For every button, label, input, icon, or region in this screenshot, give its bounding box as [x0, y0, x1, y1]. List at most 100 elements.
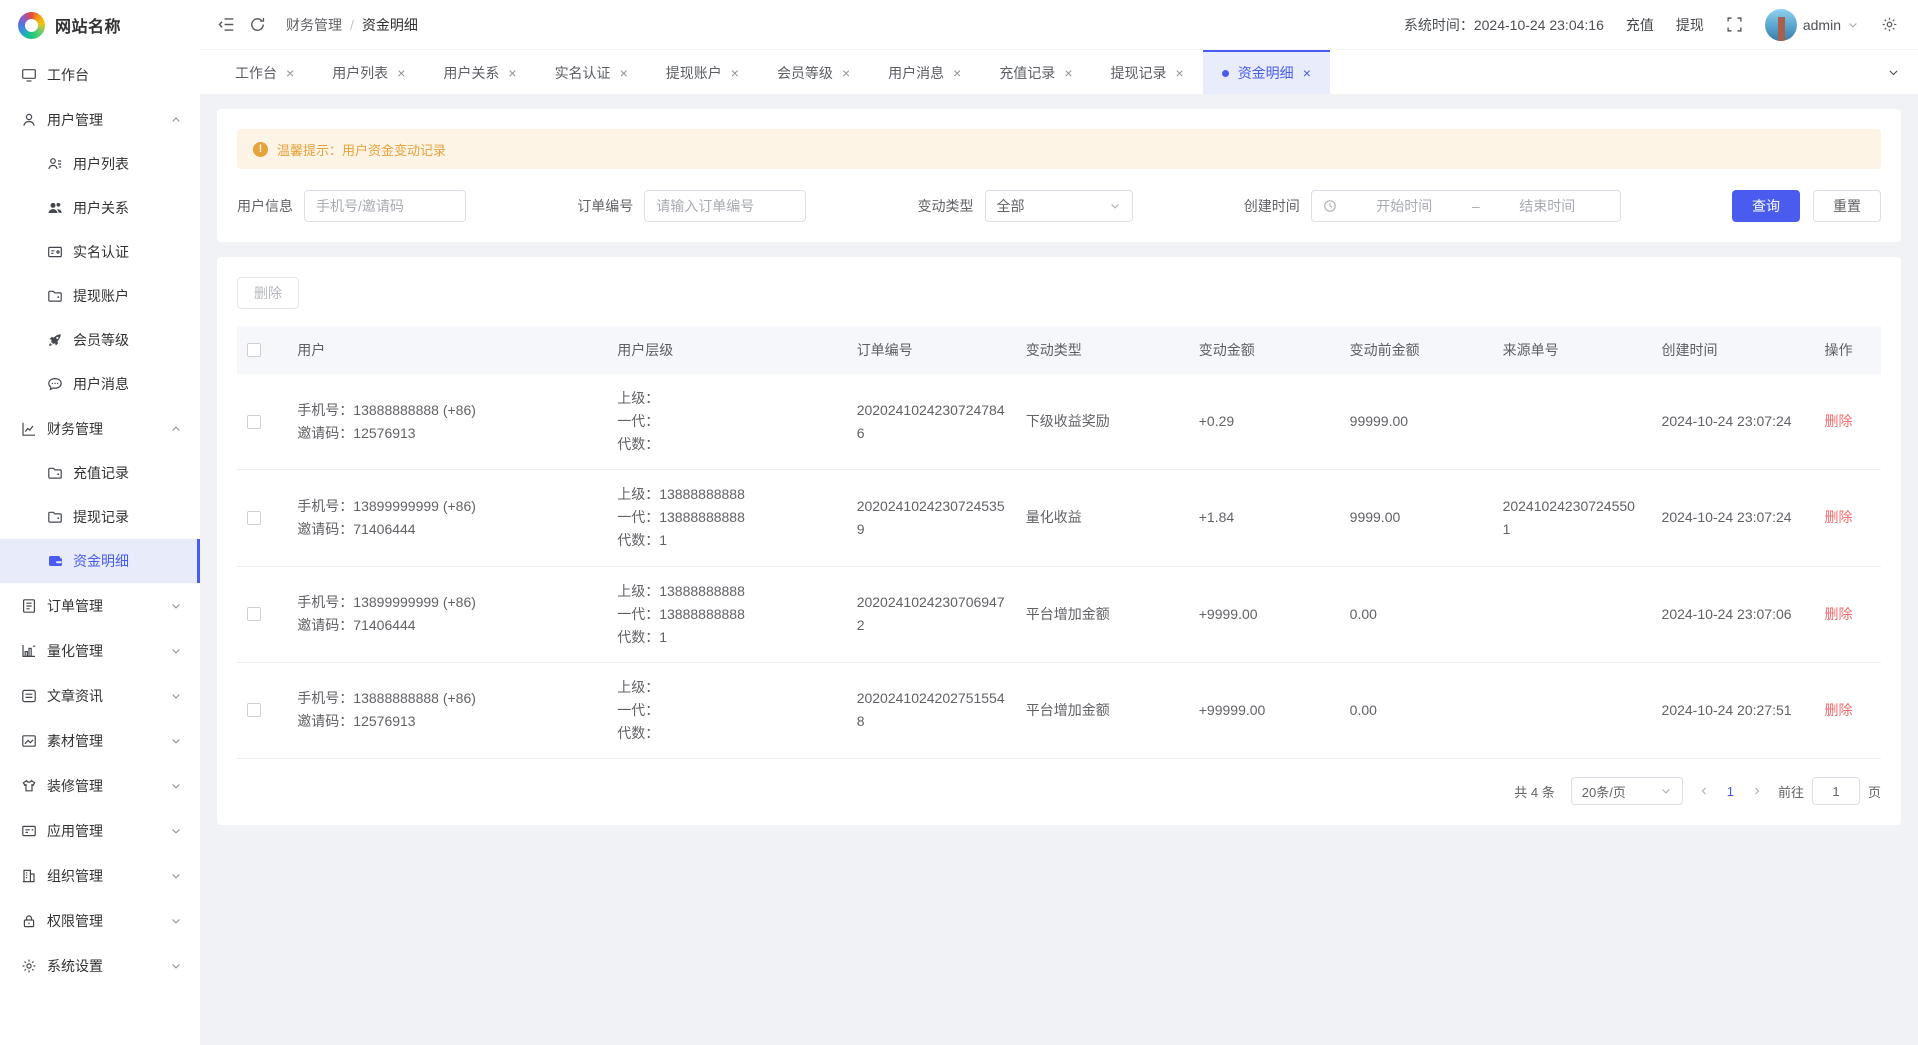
date-range-picker[interactable]: 开始时间 – 结束时间: [1311, 190, 1621, 222]
level-parent: 13888888888: [659, 583, 745, 599]
column-order-no: 订单编号: [847, 326, 1016, 374]
folder-icon: [47, 509, 63, 525]
sidebar-item-order-management[interactable]: 订单管理: [0, 583, 200, 628]
app-icon: [21, 823, 37, 839]
tab-user-list[interactable]: 用户列表×: [313, 50, 424, 94]
order-no-input[interactable]: [644, 190, 806, 222]
current-page[interactable]: 1: [1727, 784, 1734, 799]
row-delete-button[interactable]: 删除: [1825, 606, 1853, 622]
tab-user-relations[interactable]: 用户关系×: [424, 50, 535, 94]
sidebar-item-article-news[interactable]: 文章资讯: [0, 673, 200, 718]
sidebar-item-member-levels[interactable]: 会员等级: [0, 318, 200, 362]
sidebar-collapse-icon[interactable]: [218, 16, 235, 33]
page-size-select[interactable]: 20条/页: [1571, 777, 1683, 805]
tab-withdraw-accounts[interactable]: 提现账户×: [647, 50, 758, 94]
avatar[interactable]: [1765, 9, 1797, 41]
column-actions: 操作: [1815, 326, 1881, 374]
sidebar-item-recharge-records[interactable]: 充值记录: [0, 451, 200, 495]
sidebar-item-organization-management[interactable]: 组织管理: [0, 853, 200, 898]
cell-before-amount: 0.00: [1340, 566, 1493, 662]
row-delete-button[interactable]: 删除: [1825, 413, 1853, 429]
refresh-icon[interactable]: [249, 16, 266, 33]
pagination: 共 4 条 20条/页 1 前往 页: [237, 777, 1881, 805]
page-navigation: 1: [1699, 784, 1762, 799]
sidebar-item-fund-details[interactable]: 资金明细: [0, 539, 200, 583]
sidebar-item-system-settings[interactable]: 系统设置: [0, 943, 200, 988]
sidebar-item-user-messages[interactable]: 用户消息: [0, 362, 200, 406]
sidebar-item-user-relations[interactable]: 用户关系: [0, 186, 200, 230]
tab-workbench[interactable]: 工作台×: [216, 50, 313, 94]
search-button[interactable]: 查询: [1732, 190, 1800, 222]
fullscreen-icon[interactable]: [1726, 16, 1743, 33]
topbar: 财务管理 / 资金明细 系统时间：2024-10-24 23:04:16 充值 …: [200, 0, 1918, 50]
goto-page-input[interactable]: [1812, 777, 1860, 805]
sidebar-item-user-management[interactable]: 用户管理: [0, 97, 200, 142]
delete-selected-button[interactable]: 删除: [237, 277, 299, 309]
row-delete-button[interactable]: 删除: [1825, 509, 1853, 525]
site-name: 网站名称: [55, 13, 121, 37]
sidebar-item-quant-management[interactable]: 量化管理: [0, 628, 200, 673]
breadcrumb-parent[interactable]: 财务管理: [286, 15, 342, 35]
main-area: 财务管理 / 资金明细 系统时间：2024-10-24 23:04:16 充值 …: [200, 0, 1918, 1045]
sidebar-item-withdraw-records[interactable]: 提现记录: [0, 495, 200, 539]
close-icon[interactable]: ×: [731, 66, 739, 80]
row-checkbox[interactable]: [247, 511, 261, 525]
sidebar-item-decoration-management[interactable]: 装修管理: [0, 763, 200, 808]
sidebar-item-identity-verification[interactable]: 实名认证: [0, 230, 200, 274]
tab-member-levels[interactable]: 会员等级×: [758, 50, 869, 94]
chevron-down-icon: [170, 915, 182, 927]
change-type-select[interactable]: 全部: [985, 190, 1133, 222]
close-icon[interactable]: ×: [842, 66, 850, 80]
close-icon[interactable]: ×: [508, 66, 516, 80]
sidebar-item-permission-management[interactable]: 权限管理: [0, 898, 200, 943]
tab-withdraw-records[interactable]: 提现记录×: [1092, 50, 1203, 94]
sidebar-item-withdraw-accounts[interactable]: 提现账户: [0, 274, 200, 318]
tab-recharge-records[interactable]: 充值记录×: [980, 50, 1091, 94]
row-delete-button[interactable]: 删除: [1825, 702, 1853, 718]
users-icon: [47, 200, 63, 216]
prev-page-icon[interactable]: [1699, 786, 1709, 796]
tab-user-messages[interactable]: 用户消息×: [869, 50, 980, 94]
close-icon[interactable]: ×: [1303, 66, 1311, 80]
tip-alert: ! 温馨提示：用户资金变动记录: [237, 129, 1881, 169]
tab-identity-verification[interactable]: 实名认证×: [536, 50, 647, 94]
close-icon[interactable]: ×: [1176, 66, 1184, 80]
user-menu[interactable]: admin: [1765, 9, 1859, 41]
column-user-level: 用户层级: [607, 326, 846, 374]
sidebar-item-finance-management[interactable]: 财务管理: [0, 406, 200, 451]
site-logo-icon: [18, 12, 45, 39]
recharge-button[interactable]: 充值: [1626, 15, 1654, 35]
row-checkbox[interactable]: [247, 415, 261, 429]
user-phone: 13899999999 (+86): [353, 498, 476, 514]
close-icon[interactable]: ×: [397, 66, 405, 80]
order-icon: [21, 598, 37, 614]
gear-icon[interactable]: [1881, 16, 1898, 33]
tab-list-dropdown[interactable]: [1869, 50, 1918, 94]
cell-order-no: 20202410242307247846: [847, 374, 1016, 470]
cell-order-no: 20202410242307245359: [847, 470, 1016, 566]
end-time-placeholder: 结束时间: [1486, 196, 1609, 216]
sidebar-item-app-management[interactable]: 应用管理: [0, 808, 200, 853]
sidebar-item-workbench[interactable]: 工作台: [0, 52, 200, 97]
row-checkbox[interactable]: [247, 607, 261, 621]
sidebar-item-user-list[interactable]: 用户列表: [0, 142, 200, 186]
tab-bar: 工作台× 用户列表× 用户关系× 实名认证× 提现账户× 会员等级× 用户消息×…: [200, 50, 1918, 94]
monitor-icon: [21, 67, 37, 83]
goto-label: 前往: [1778, 782, 1804, 801]
close-icon[interactable]: ×: [286, 66, 294, 80]
breadcrumb-current: 资金明细: [362, 15, 418, 35]
row-checkbox[interactable]: [247, 703, 261, 717]
topbar-right: 系统时间：2024-10-24 23:04:16 充值 提现 admin: [1404, 9, 1898, 41]
close-icon[interactable]: ×: [1064, 66, 1072, 80]
next-page-icon[interactable]: [1752, 786, 1762, 796]
close-icon[interactable]: ×: [620, 66, 628, 80]
tab-fund-details[interactable]: 资金明细×: [1203, 50, 1330, 94]
withdraw-button[interactable]: 提现: [1676, 15, 1704, 35]
user-info-input[interactable]: [304, 190, 466, 222]
user-phone: 13888888888 (+86): [353, 402, 476, 418]
table-row: 手机号：13888888888 (+86) 邀请码：12576913 上级： 一…: [237, 374, 1881, 470]
select-all-checkbox[interactable]: [247, 343, 261, 357]
close-icon[interactable]: ×: [953, 66, 961, 80]
reset-button[interactable]: 重置: [1813, 190, 1881, 222]
sidebar-item-material-management[interactable]: 素材管理: [0, 718, 200, 763]
